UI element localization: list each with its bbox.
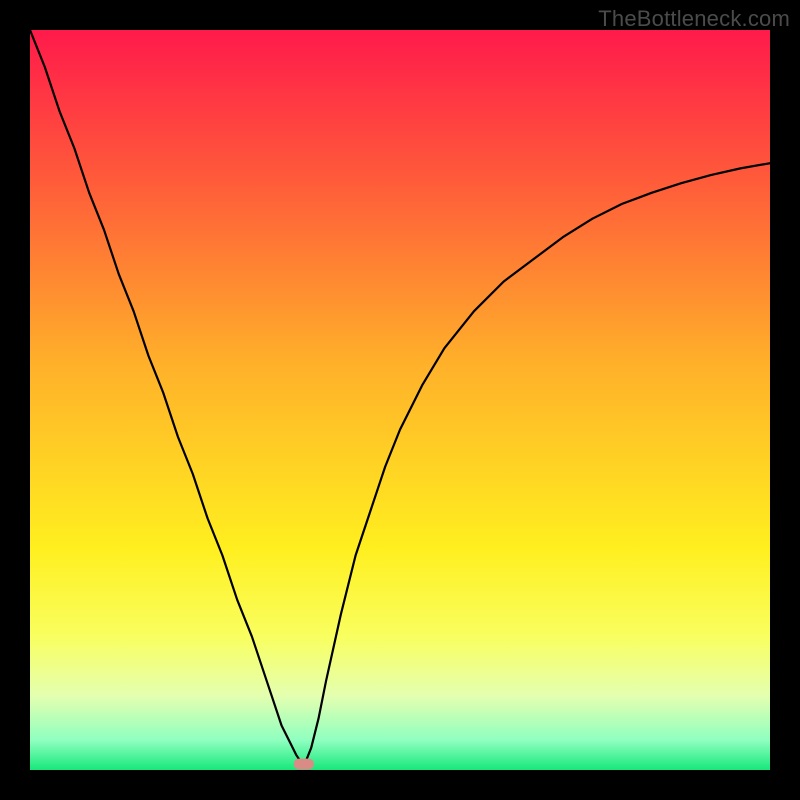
optimum-marker	[294, 759, 314, 770]
chart-svg	[30, 30, 770, 770]
chart-plot-area	[30, 30, 770, 770]
attribution-text: TheBottleneck.com	[598, 6, 790, 32]
chart-background-gradient	[30, 30, 770, 770]
chart-frame: TheBottleneck.com	[0, 0, 800, 800]
